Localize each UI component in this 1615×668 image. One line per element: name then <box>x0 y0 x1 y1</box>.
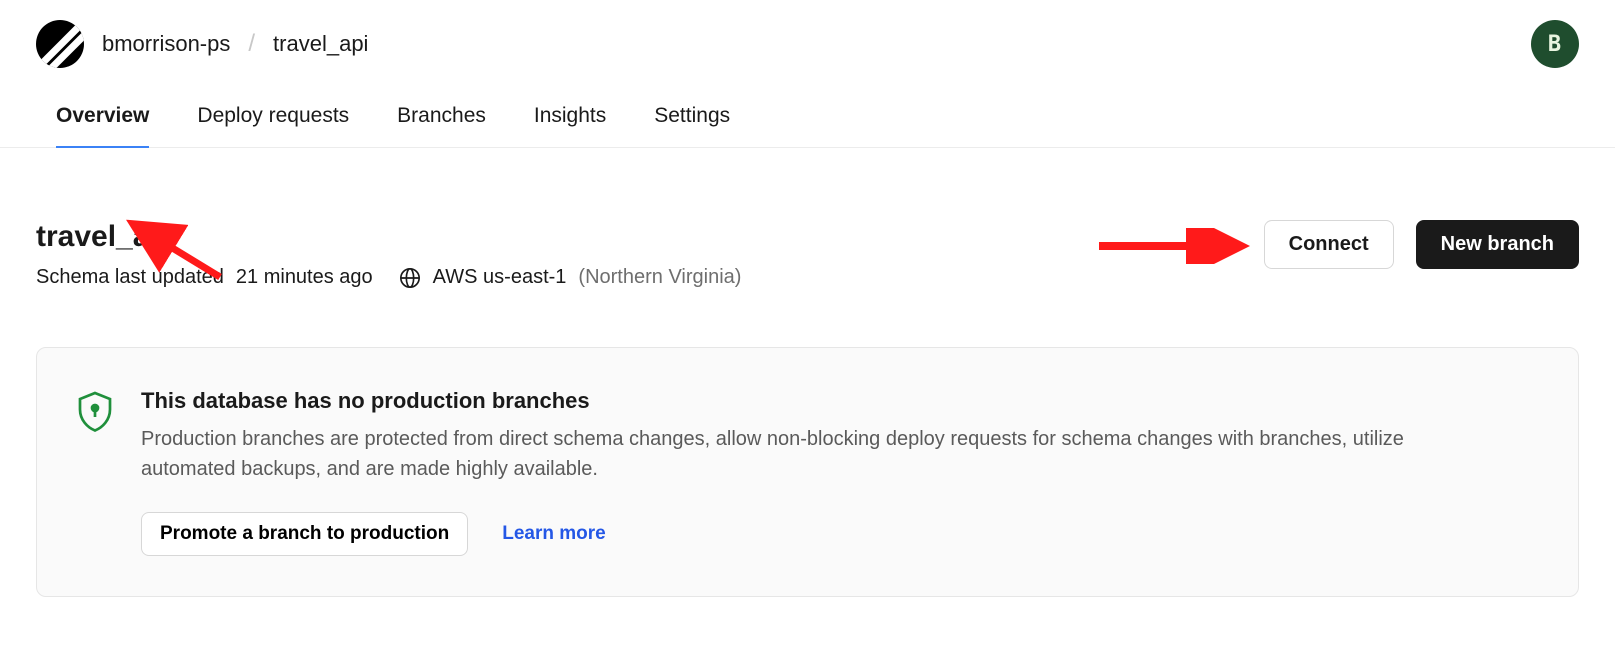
promote-branch-button[interactable]: Promote a branch to production <box>141 512 468 556</box>
breadcrumb-org[interactable]: bmorrison-ps <box>102 31 230 57</box>
new-branch-button[interactable]: New branch <box>1416 220 1579 269</box>
annotation-arrow-connect <box>1094 228 1254 264</box>
tab-branches[interactable]: Branches <box>397 104 486 148</box>
tab-insights[interactable]: Insights <box>534 104 606 148</box>
connect-button[interactable]: Connect <box>1264 220 1394 269</box>
breadcrumb-project[interactable]: travel_api <box>273 31 368 57</box>
page-title: travel_api <box>36 220 741 254</box>
globe-icon <box>399 267 421 289</box>
shield-icon <box>77 390 113 434</box>
schema-updated-time: 21 minutes ago <box>236 266 373 289</box>
org-logo[interactable] <box>36 20 84 68</box>
region-name: (Northern Virginia) <box>578 266 741 289</box>
tab-deploy-requests[interactable]: Deploy requests <box>197 104 349 148</box>
avatar[interactable]: B <box>1531 20 1579 68</box>
no-production-branch-notice: This database has no production branches… <box>36 347 1579 597</box>
breadcrumb: bmorrison-ps / travel_api <box>36 20 368 68</box>
tab-settings[interactable]: Settings <box>654 104 730 148</box>
page-actions: Connect New branch <box>1264 220 1579 269</box>
breadcrumb-separator: / <box>248 30 255 58</box>
learn-more-link[interactable]: Learn more <box>502 523 605 545</box>
notice-title: This database has no production branches <box>141 388 1471 414</box>
tab-bar: Overview Deploy requests Branches Insigh… <box>0 68 1615 148</box>
page-header-text: travel_api Schema last updated 21 minute… <box>36 220 741 289</box>
tab-overview[interactable]: Overview <box>56 104 149 148</box>
notice-description: Production branches are protected from d… <box>141 424 1471 484</box>
region-code: AWS us-east-1 <box>433 266 567 289</box>
schema-updated-label: Schema last updated <box>36 266 224 289</box>
